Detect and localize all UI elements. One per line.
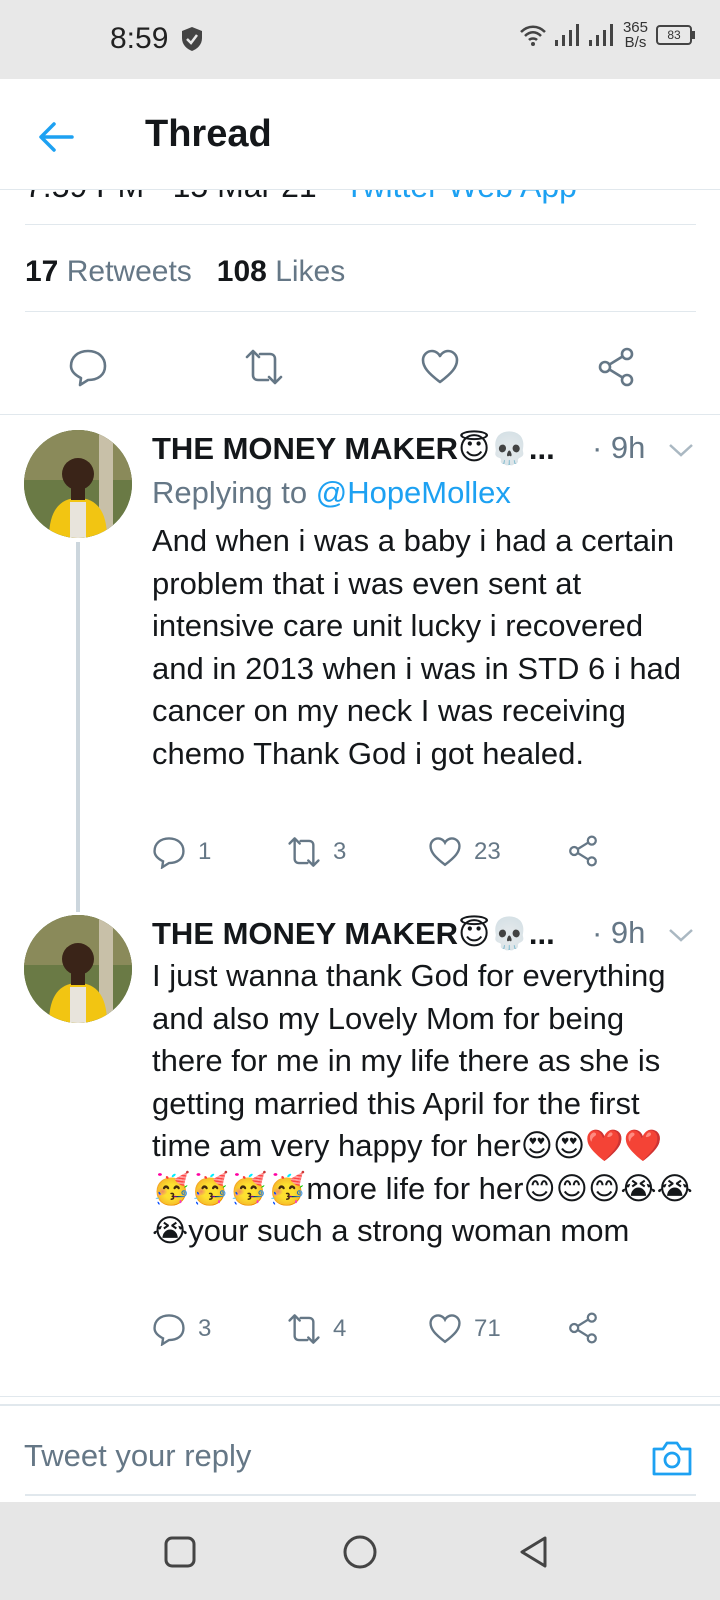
reply-1-actions: 1 3 23 [152,835,632,875]
avatar[interactable] [24,915,132,1023]
replying-to: Replying to @HopeMollex [152,475,511,511]
retweet-icon[interactable] [244,347,284,387]
likes-count[interactable]: 108 [217,255,267,288]
replying-prefix: Replying to [152,475,308,510]
reply-2-actions: 3 4 71 [152,1312,632,1352]
reply-composer: Tweet your reply [0,1404,720,1504]
chevron-down-icon[interactable] [668,927,694,943]
share-icon[interactable] [567,835,599,867]
reply-icon[interactable] [68,347,108,387]
tweet-reply-input[interactable]: Tweet your reply [24,1438,251,1474]
tweet-time: · 9h [592,430,646,465]
avatar-image [24,915,132,1023]
like-action[interactable]: 23 [428,835,501,869]
signal-icon-2 [588,24,613,46]
reply-count: 1 [198,838,212,865]
tweet-text: And when i was a baby i had a certain pr… [152,523,682,771]
avatar[interactable] [24,430,132,538]
back-triangle-icon[interactable] [516,1534,552,1570]
reply-input-underline [25,1494,696,1496]
author-name[interactable]: THE MONEY MAKER😇💀... [152,430,555,467]
author-name[interactable]: THE MONEY MAKER😇💀... [152,915,555,952]
retweet-count: 4 [333,1315,347,1342]
system-nav-bar [0,1502,720,1600]
like-heart-icon[interactable] [420,347,460,387]
retweet-count: 3 [333,838,347,865]
net-speed-unit: B/s [624,34,647,51]
divider [0,414,720,415]
retweet-action[interactable]: 3 [287,835,346,869]
app-header: Thread [0,79,720,190]
camera-icon[interactable] [651,1439,693,1477]
retweet-action[interactable]: 4 [287,1312,346,1346]
net-speed-value: 365 [622,19,648,36]
divider [25,311,696,312]
divider [25,224,696,225]
share-icon[interactable] [596,347,636,387]
chevron-down-icon[interactable] [668,442,694,458]
like-count: 23 [474,838,501,865]
like-action[interactable]: 71 [428,1312,501,1346]
tweet-time: · 9h [592,915,646,950]
avatar-image [24,430,132,538]
reply-action[interactable]: 3 [152,1312,211,1346]
page-title: Thread [145,113,272,155]
wifi-icon [520,25,546,46]
net-speed: 365 B/s [623,20,648,50]
home-circle-icon[interactable] [342,1534,378,1570]
status-time: 8:59 [110,22,169,55]
like-heart-icon[interactable] [428,835,462,869]
thread-connector-line [76,542,80,912]
shield-icon [182,27,202,51]
status-bar: 8:59 365 B/s 83 [0,0,720,79]
reply-icon[interactable] [152,1312,186,1346]
like-heart-icon[interactable] [428,1312,462,1346]
tweet-text: I just wanna thank God for everything an… [152,958,693,1248]
tweet-stats: 17 Retweets 108 Likes [25,255,345,289]
main-tweet-actions [0,332,720,412]
reply-icon[interactable] [152,835,186,869]
retweets-label[interactable]: Retweets [67,255,192,288]
likes-label[interactable]: Likes [275,255,345,288]
retweets-count[interactable]: 17 [25,255,58,288]
share-action[interactable] [567,835,599,867]
back-arrow-icon[interactable] [36,117,76,157]
divider [0,1396,720,1397]
like-count: 71 [474,1315,501,1342]
share-action[interactable] [567,1312,599,1344]
retweet-icon[interactable] [287,835,321,869]
status-indicators: 365 B/s 83 [519,20,695,50]
signal-icon-1 [554,24,579,46]
share-icon[interactable] [567,1312,599,1344]
replying-handle-link[interactable]: @HopeMollex [316,475,511,510]
recents-square-icon[interactable] [162,1534,198,1570]
retweet-icon[interactable] [287,1312,321,1346]
battery-icon: 83 [656,25,695,45]
reply-count: 3 [198,1315,212,1342]
reply-action[interactable]: 1 [152,835,211,869]
